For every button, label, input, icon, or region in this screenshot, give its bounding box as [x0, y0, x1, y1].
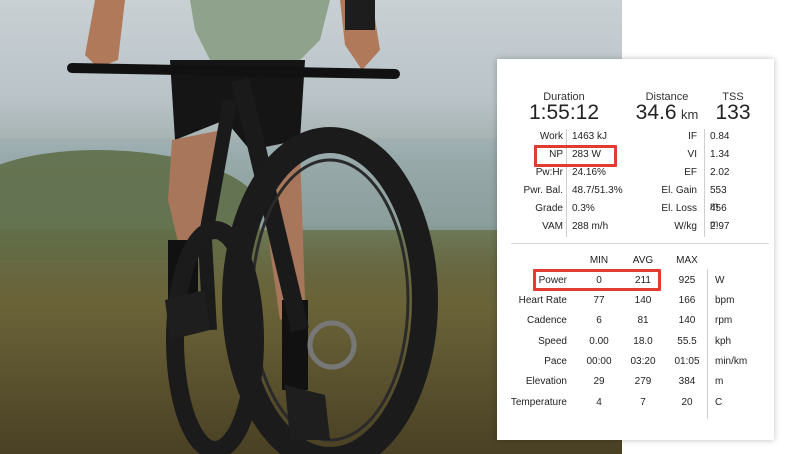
cell-avg: 7: [640, 397, 646, 408]
cell-unit: m: [715, 376, 724, 387]
cell-max: 20: [681, 397, 693, 408]
cell-min: 0.00: [589, 336, 609, 347]
row-label: Heart Rate: [518, 295, 567, 306]
metric-label: EF: [684, 167, 697, 178]
metric-label: W/kg: [674, 221, 697, 232]
summary-distance: Distance 34.6 km: [627, 91, 707, 124]
cell-avg: 140: [634, 295, 652, 306]
table-row-cadence: Cadence 6 81 140 rpm: [497, 313, 774, 329]
metric-label: Pw:Hr: [535, 167, 563, 178]
summary-duration: Duration 1:55:12: [523, 91, 605, 123]
np-highlight-box: [534, 145, 617, 167]
metric-label: El. Gain: [661, 185, 697, 196]
table-row-heart-rate: Heart Rate 77 140 166 bpm: [497, 293, 774, 309]
metric-label: Pwr. Bal.: [523, 185, 563, 196]
power-highlight-box: [533, 269, 661, 291]
summary-tss: TSS 133: [711, 91, 755, 123]
cell-unit: bpm: [715, 295, 735, 306]
table-row-elevation: Elevation 29 279 384 m: [497, 374, 774, 390]
cell-min: 6: [596, 315, 602, 326]
metric-value: 1.34: [710, 149, 730, 160]
row-label: Speed: [538, 336, 567, 347]
table-row-temperature: Temperature 4 7 20 C: [497, 395, 774, 411]
metrics-divider-right: [704, 129, 705, 237]
row-label: Elevation: [525, 376, 567, 387]
column-header-max: MAX: [676, 255, 698, 266]
cell-max: 384: [678, 376, 696, 387]
metric-label: VAM: [542, 221, 563, 232]
metric-value: 2.97: [710, 221, 730, 232]
cell-avg: 81: [637, 315, 649, 326]
summary-value: 133: [715, 101, 751, 124]
cell-max: 925: [678, 275, 696, 286]
section-divider: [511, 243, 769, 244]
summary-unit: km: [680, 107, 699, 122]
metric-label: VI: [687, 149, 697, 160]
row-label: Temperature: [510, 397, 567, 408]
cell-unit: C: [715, 397, 723, 408]
metric-value: 0.84: [710, 131, 730, 142]
ride-stats-panel: Duration 1:55:12 Distance 34.6 km TSS 13…: [497, 59, 774, 440]
table-row-speed: Speed 0.00 18.0 55.5 kph: [497, 334, 774, 350]
cell-max: 01:05: [674, 356, 700, 367]
metric-label: Grade: [535, 203, 563, 214]
cell-min: 4: [596, 397, 602, 408]
metric-label: IF: [688, 131, 697, 142]
cell-min: 77: [593, 295, 605, 306]
cell-max: 166: [678, 295, 696, 306]
cell-unit: rpm: [715, 315, 733, 326]
cell-min: 29: [593, 376, 605, 387]
metric-label: El. Loss: [661, 203, 697, 214]
cell-unit: kph: [715, 336, 732, 347]
summary-value: 34.6: [635, 101, 677, 124]
cell-max: 140: [678, 315, 696, 326]
cell-avg: 18.0: [633, 336, 653, 347]
cell-min: 00:00: [586, 356, 612, 367]
column-header-min: MIN: [589, 255, 609, 266]
cell-avg: 03:20: [630, 356, 656, 367]
row-label: Cadence: [526, 315, 567, 326]
cell-unit: W: [715, 275, 725, 286]
cell-unit: min/km: [715, 356, 748, 367]
column-header-avg: AVG: [632, 255, 654, 266]
cell-max: 55.5: [677, 336, 697, 347]
table-row-pace: Pace 00:00 03:20 01:05 min/km: [497, 354, 774, 370]
metric-value: 2.02: [710, 167, 730, 178]
cell-avg: 279: [634, 376, 652, 387]
metric-label: Work: [539, 131, 563, 142]
summary-value: 1:55:12: [528, 101, 600, 124]
row-label: Pace: [544, 356, 567, 367]
